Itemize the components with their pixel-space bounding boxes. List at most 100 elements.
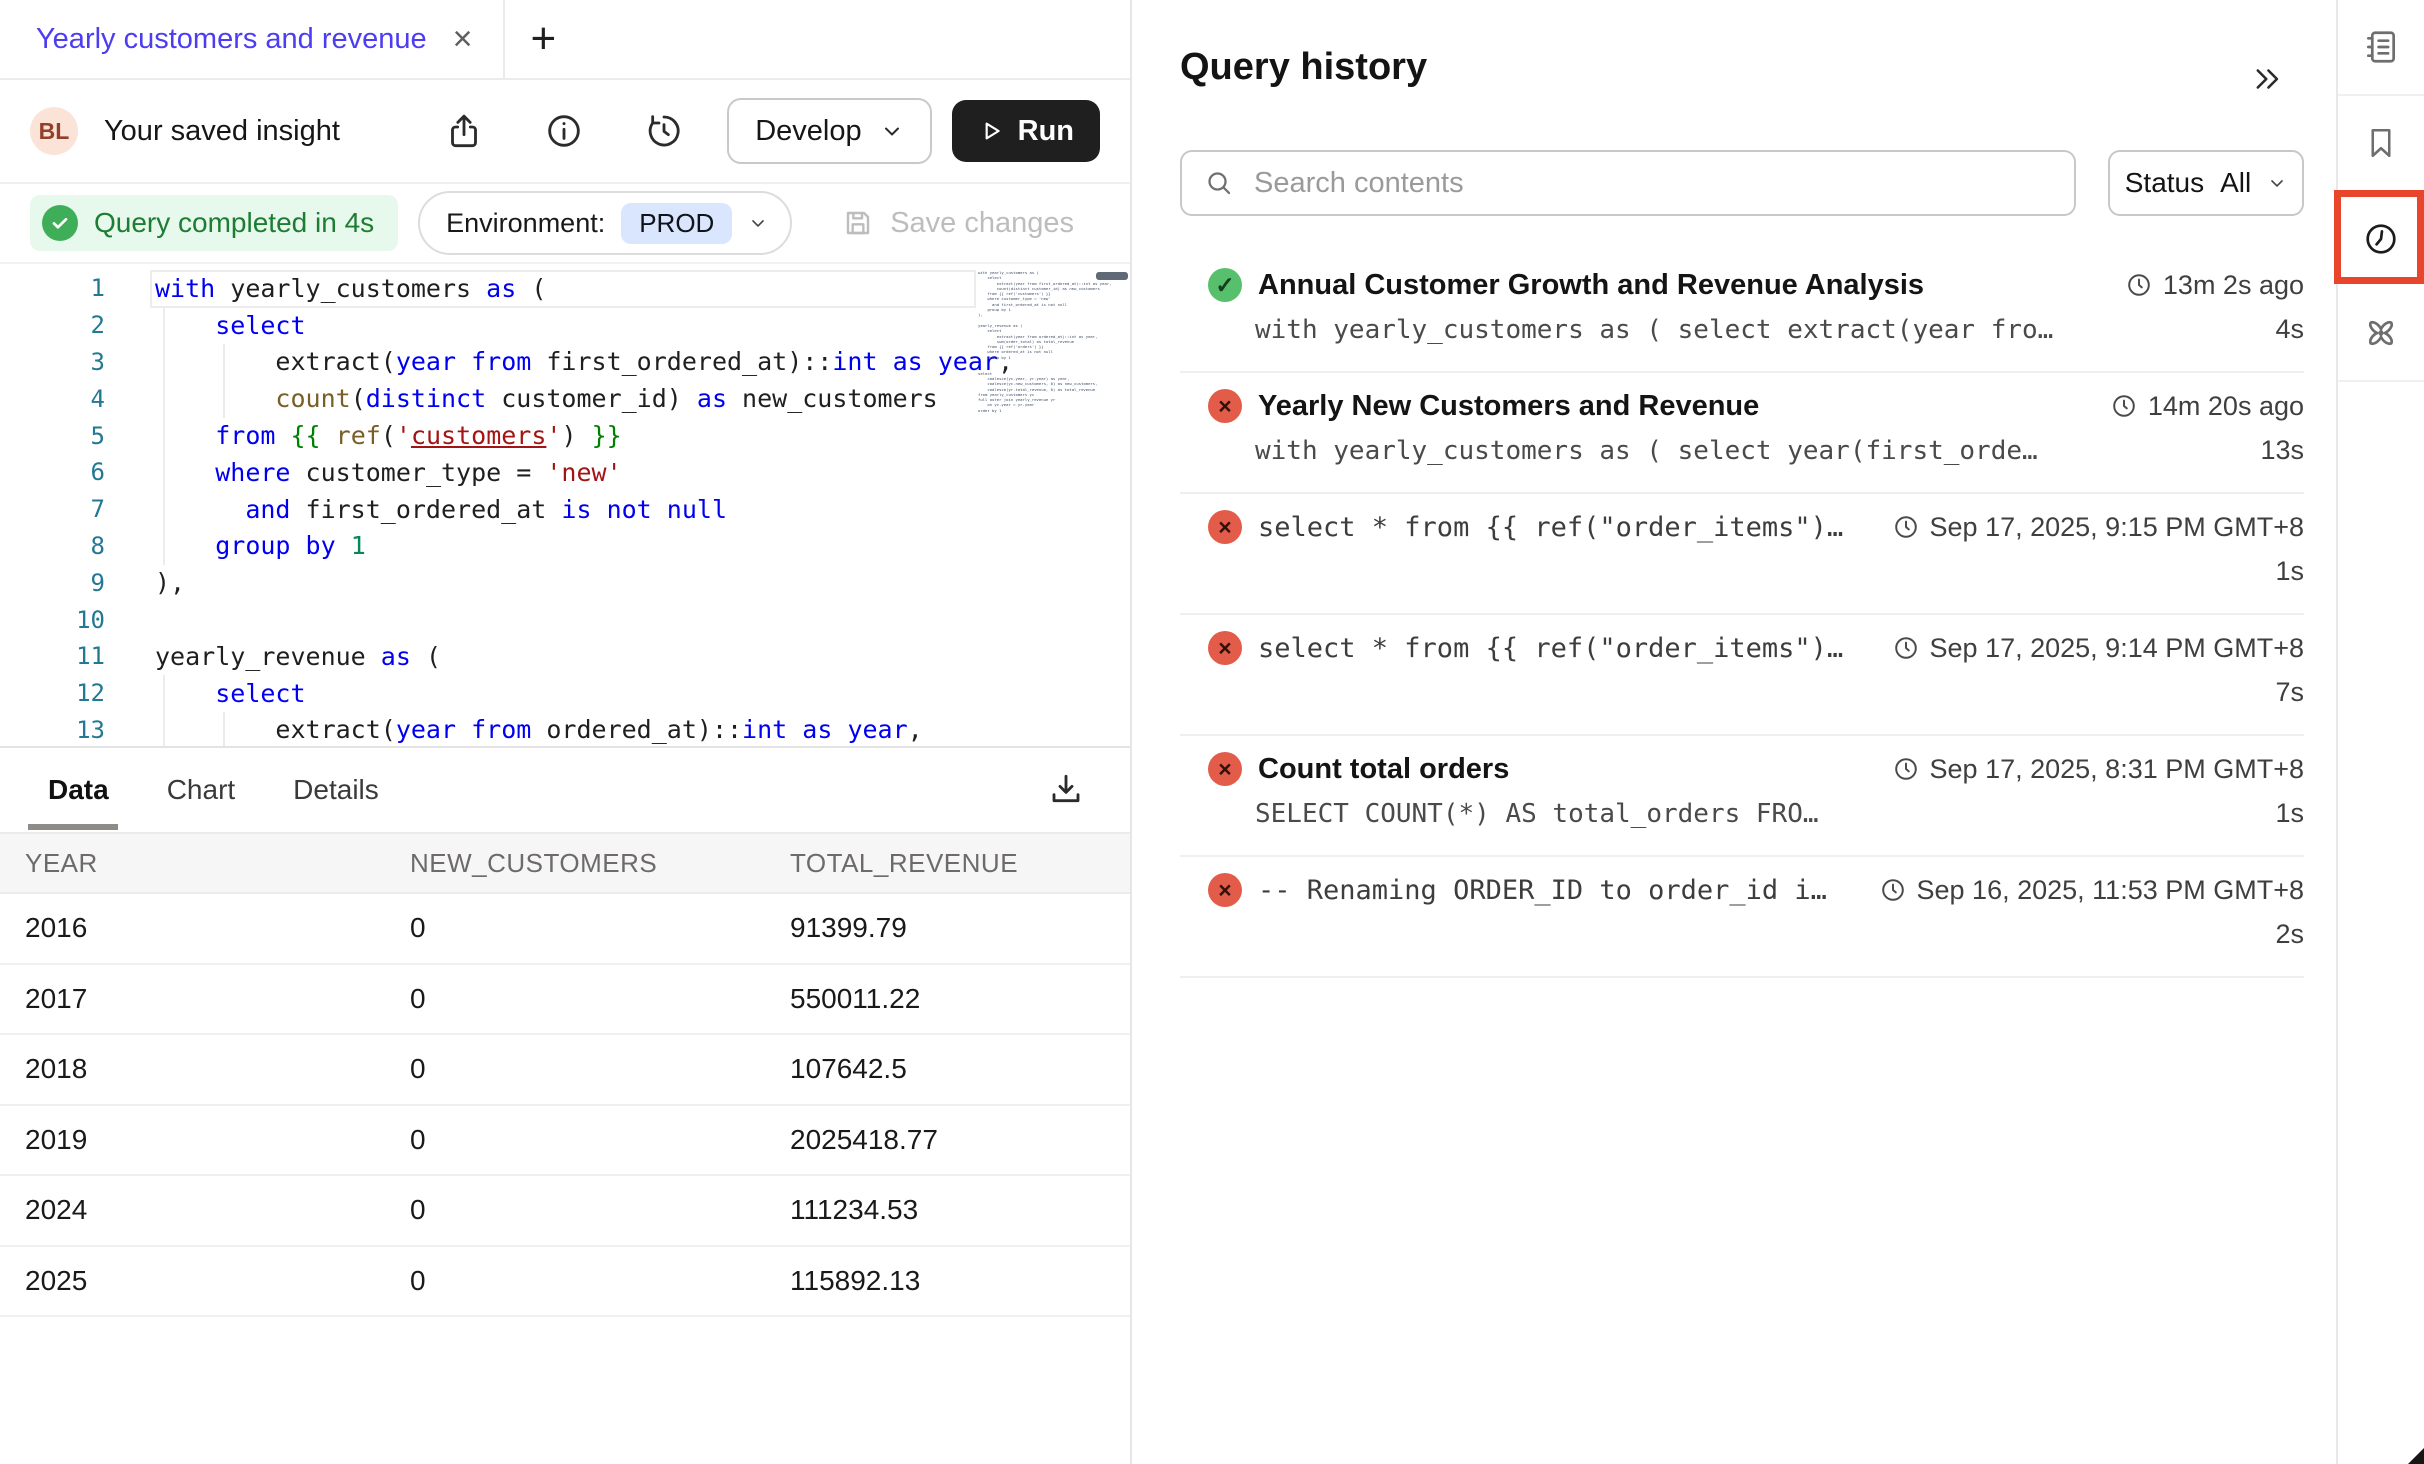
search-input[interactable] (1252, 166, 2052, 201)
save-icon (842, 207, 874, 239)
query-duration: 2s (2251, 919, 2304, 950)
search-box[interactable] (1180, 150, 2076, 216)
table-cell: 0 (410, 1124, 790, 1156)
code-line-6[interactable]: 6 where customer_type = 'new' (0, 454, 1130, 491)
develop-dropdown[interactable]: Develop (727, 98, 931, 164)
new-tab-button[interactable]: + (505, 0, 583, 78)
clock-rewind-icon (644, 111, 684, 151)
query-history-item[interactable]: ×select * from {{ ref("order_items")…Sep… (1180, 615, 2304, 736)
notebook-panel-button[interactable] (2338, 0, 2424, 96)
table-cell: 0 (410, 983, 790, 1015)
insight-toolbar: BL Your saved insight (0, 80, 1130, 184)
query-history-item[interactable]: ×Count total ordersSep 17, 2025, 8:31 PM… (1180, 736, 2304, 857)
editor-scrollbar-thumb[interactable] (1096, 272, 1128, 280)
info-button[interactable] (543, 110, 585, 152)
status-filter-dropdown[interactable]: Status All (2108, 150, 2304, 216)
version-history-button[interactable] (643, 110, 685, 152)
table-cell: 2024 (0, 1194, 410, 1226)
error-x-icon: × (1208, 631, 1242, 665)
code-line-4[interactable]: 4 count(distinct customer_id) as new_cus… (0, 380, 1130, 417)
query-history-item[interactable]: ×Yearly New Customers and Revenue14m 20s… (1180, 373, 2304, 494)
tab-yearly-customers-and-revenue[interactable]: Yearly customers and revenue × (0, 0, 505, 78)
table-cell: 91399.79 (790, 912, 1130, 944)
toolbar-icons (443, 110, 685, 152)
code-line-10[interactable]: 10 (0, 601, 1130, 638)
ai-assistant-panel-button[interactable] (2338, 286, 2424, 382)
indent-guide (163, 675, 165, 746)
chevron-down-icon (880, 119, 904, 143)
query-history-item[interactable]: ×select * from {{ ref("order_items")…Sep… (1180, 494, 2304, 615)
query-timestamp: 13m 2s ago (2101, 270, 2304, 301)
tab-data[interactable]: Data (48, 774, 109, 806)
table-header: YEAR NEW_CUSTOMERS TOTAL_REVENUE (0, 832, 1130, 894)
run-button[interactable]: Run (952, 100, 1100, 162)
develop-label: Develop (755, 115, 861, 148)
query-status-badge: Query completed in 4s (30, 195, 398, 251)
tab-close-icon[interactable]: × (453, 22, 473, 56)
tab-chart[interactable]: Chart (167, 774, 235, 806)
code-line-12[interactable]: 12 select (0, 675, 1130, 712)
indent-guide (223, 344, 225, 418)
code-line-3[interactable]: 3 extract(year from first_ordered_at)::i… (0, 344, 1130, 381)
table-cell: 0 (410, 1265, 790, 1297)
code-text: select (155, 679, 306, 708)
code-line-8[interactable]: 8 group by 1 (0, 528, 1130, 565)
download-icon (1046, 770, 1086, 810)
editor-minimap[interactable]: with yearly_customers as ( select extrac… (978, 270, 1094, 413)
share-icon (444, 111, 484, 151)
code-text: with yearly_customers as ( (155, 274, 546, 303)
table-cell: 115892.13 (790, 1265, 1130, 1297)
success-check-icon: ✓ (1208, 268, 1242, 302)
line-number: 13 (0, 716, 105, 744)
code-line-11[interactable]: 11yearly_revenue as ( (0, 638, 1130, 675)
code-line-13[interactable]: 13 extract(year from ordered_at)::int as… (0, 712, 1130, 746)
query-duration: 1s (2251, 556, 2304, 587)
table-cell: 0 (410, 1194, 790, 1226)
code-line-2[interactable]: 2 select (0, 307, 1130, 344)
check-circle-icon (42, 205, 78, 241)
query-history-item[interactable]: ×-- Renaming ORDER_ID to order_id i…Sep … (1180, 857, 2304, 978)
collapse-panel-button[interactable] (2250, 62, 2286, 98)
query-time-text: Sep 17, 2025, 9:15 PM GMT+8 (1930, 512, 2304, 543)
table-row[interactable]: 20240111234.53 (0, 1176, 1130, 1247)
code-text: and first_ordered_at is not null (155, 495, 727, 524)
clock-icon (1892, 513, 1920, 541)
save-changes-button[interactable]: Save changes (842, 207, 1074, 240)
query-time-text: 14m 20s ago (2148, 391, 2304, 422)
table-row[interactable]: 20180107642.5 (0, 1035, 1130, 1106)
tab-details[interactable]: Details (293, 774, 379, 806)
bookmarks-panel-button[interactable] (2338, 96, 2424, 192)
table-cell: 550011.22 (790, 983, 1130, 1015)
error-x-icon: × (1208, 873, 1242, 907)
code-line-5[interactable]: 5 from {{ ref('customers') }} (0, 417, 1130, 454)
line-number: 10 (0, 606, 105, 634)
environment-selector[interactable]: Environment: PROD (418, 191, 792, 255)
query-time-text: Sep 17, 2025, 9:14 PM GMT+8 (1930, 633, 2304, 664)
query-history-item[interactable]: ✓Annual Customer Growth and Revenue Anal… (1180, 252, 2304, 373)
table-row[interactable]: 201902025418.77 (0, 1106, 1130, 1177)
environment-label: Environment: (446, 208, 605, 239)
resize-corner-handle[interactable] (2408, 1448, 2424, 1464)
query-status-text: Query completed in 4s (94, 207, 374, 239)
query-time-text: Sep 16, 2025, 11:53 PM GMT+8 (1917, 875, 2304, 906)
query-duration: 7s (2251, 677, 2304, 708)
query-history-panel: Query history Status All ✓Annual Custome… (1132, 0, 2336, 1464)
table-row[interactable]: 20250115892.13 (0, 1247, 1130, 1318)
table-row[interactable]: 20170550011.22 (0, 965, 1130, 1036)
results-section: Data Chart Details YEAR NEW_CUSTOMERS TO… (0, 746, 1130, 1464)
code-line-1[interactable]: 1with yearly_customers as ( (0, 270, 1130, 307)
code-line-7[interactable]: 7 and first_ordered_at is not null (0, 491, 1130, 528)
code-line-9[interactable]: 9), (0, 564, 1130, 601)
query-timestamp: 14m 20s ago (2086, 391, 2304, 422)
insight-title: Your saved insight (104, 115, 340, 148)
sql-code-editor[interactable]: 1with yearly_customers as (2 select3 ext… (0, 264, 1130, 746)
query-timestamp: Sep 16, 2025, 11:53 PM GMT+8 (1855, 875, 2304, 906)
download-button[interactable] (1046, 770, 1086, 810)
table-row[interactable]: 2016091399.79 (0, 894, 1130, 965)
table-cell: 2025418.77 (790, 1124, 1130, 1156)
query-history-panel-button[interactable] (2338, 192, 2424, 286)
info-icon (544, 111, 584, 151)
share-button[interactable] (443, 110, 485, 152)
clock-icon (2110, 392, 2138, 420)
status-filter-value: All (2220, 167, 2251, 199)
